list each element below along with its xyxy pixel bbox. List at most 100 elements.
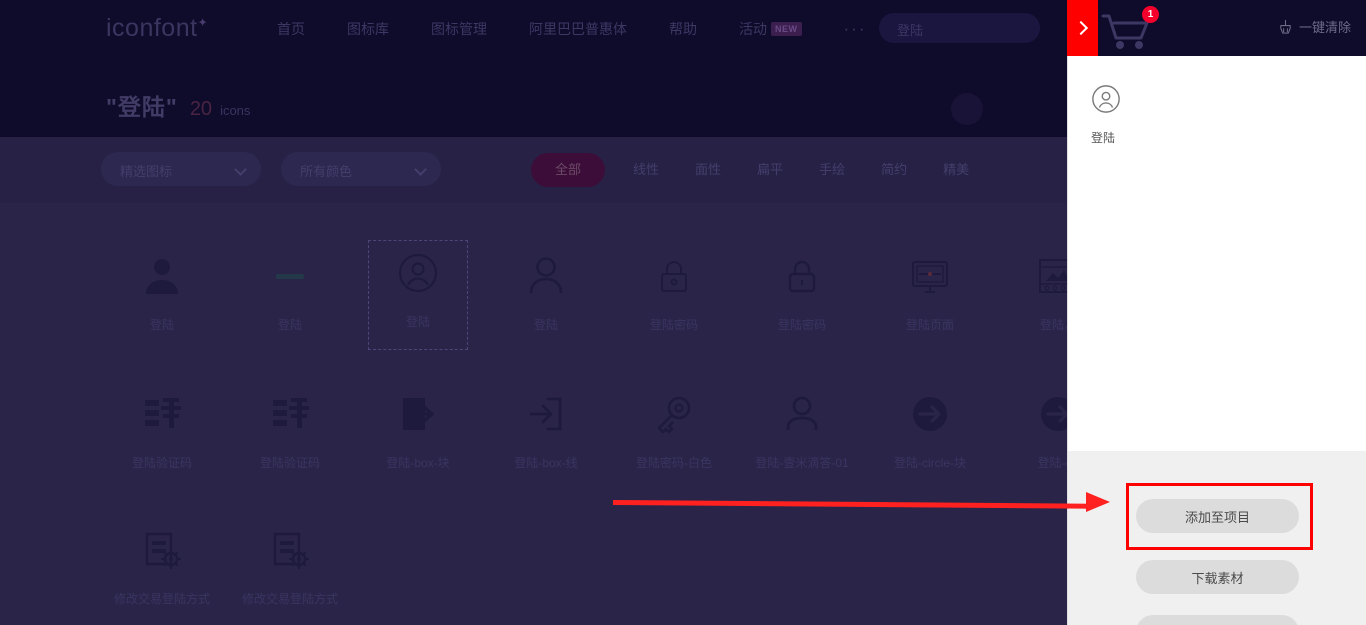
- icon-grid-item-label: 登陆密码: [777, 318, 826, 332]
- icon-grid-item[interactable]: 修改交易登陆方式: [98, 518, 226, 625]
- dash-icon: [226, 244, 354, 308]
- browser-chart-icon: [994, 244, 1067, 308]
- icon-grid-item[interactable]: 登陆: [226, 244, 354, 354]
- icon-grid-item[interactable]: 登陆验证码: [98, 382, 226, 492]
- style-tab-3[interactable]: 扁平: [757, 153, 783, 187]
- icon-grid-item[interactable]: 登陆密码: [738, 244, 866, 354]
- icon-grid-item[interactable]: 登陆-壹米滴答-01: [738, 382, 866, 492]
- nav-item-label: 图标管理: [431, 21, 487, 37]
- icon-grid-item-label: 登陆，: [1039, 318, 1067, 332]
- search-value: 登陆: [897, 23, 924, 38]
- icon-grid-item-label: 登陆: [149, 318, 174, 332]
- icon-grid-item-label: 登陆-circle-块: [894, 456, 966, 470]
- nav-item-3[interactable]: 阿里巴巴普惠体: [529, 19, 627, 39]
- select-icon-category-label: 精选图标: [120, 164, 173, 179]
- clear-all-button[interactable]: 一键清除: [1278, 17, 1351, 36]
- icon-grid-item-label: 登陆验证码: [259, 456, 320, 470]
- icon-grid-item-label: 登陆密码-白色: [636, 456, 712, 470]
- user-circle-icon: [369, 241, 467, 305]
- chevron-down-icon: [414, 163, 427, 176]
- chevron-right-icon: [1073, 20, 1089, 36]
- search-input[interactable]: 登陆: [879, 13, 1040, 43]
- icon-grid-item[interactable]: 登陆验证码: [226, 382, 354, 492]
- nav-item-0[interactable]: 首页: [277, 19, 305, 39]
- nav-item-label: 首页: [277, 21, 305, 37]
- annotation-highlight-box: [1126, 483, 1313, 550]
- icon-grid-item-label: 登陆: [533, 318, 558, 332]
- cart-panel-actions: 添加至项目 下载素材: [1068, 451, 1366, 625]
- yan-char-icon: [226, 382, 354, 446]
- icon-grid-item[interactable]: 登陆密码: [610, 244, 738, 354]
- monitor-icon: [866, 244, 994, 308]
- nav-item-label: 帮助: [669, 21, 697, 37]
- style-tab-5[interactable]: 简约: [881, 153, 907, 187]
- icon-grid-item[interactable]: 登陆，: [994, 244, 1067, 354]
- hero-title: "登陆" 20 icons: [106, 88, 250, 122]
- nav-item-1[interactable]: 图标库: [347, 19, 389, 39]
- logo-star-icon: ✦: [197, 15, 209, 30]
- download-assets-button[interactable]: 下载素材: [1136, 560, 1299, 594]
- user-outline-icon: [482, 244, 610, 308]
- cart-list-item[interactable]: 登陆: [1091, 84, 1161, 146]
- icon-grid-item[interactable]: 修改交易登陆方式: [226, 518, 354, 625]
- icon-grid-item-label: 登陆验证码: [131, 456, 192, 470]
- icon-grid-item-label: 登陆页面: [905, 318, 954, 332]
- nav-item-4[interactable]: 帮助: [669, 19, 697, 39]
- icon-grid-item[interactable]: 登陆密码-白色: [610, 382, 738, 492]
- icon-grid-item[interactable]: 登陆-cir: [994, 382, 1067, 492]
- icon-grid-item[interactable]: 登陆: [98, 244, 226, 354]
- key-icon: [610, 382, 738, 446]
- login-circle-solid-icon: [994, 382, 1067, 446]
- iconfont-site: iconfont✦ 首页 图标库 图标管理 阿里巴巴普惠体 帮助 活动 NEW ··· 登陆 …: [0, 0, 1067, 625]
- icon-grid-item[interactable]: 登陆-box-线: [482, 382, 610, 492]
- user-circle-icon: [1091, 84, 1161, 119]
- hero-query: "登陆": [106, 94, 178, 120]
- icon-grid-item-label: 登陆-壹米滴答-01: [755, 456, 849, 470]
- style-tab-0[interactable]: 全部: [531, 153, 605, 187]
- style-tab-4[interactable]: 手绘: [819, 153, 845, 187]
- cart-count-badge: 1: [1142, 6, 1159, 23]
- nav-more-icon[interactable]: ···: [844, 20, 867, 37]
- icon-grid-item[interactable]: 登陆: [368, 240, 468, 350]
- nav-item-label: 活动: [739, 21, 767, 37]
- style-tabs: 全部 线性 面性 扁平 手绘 简约 精美: [531, 153, 1005, 187]
- nav-new-badge: NEW: [771, 22, 802, 36]
- chevron-down-icon: [234, 163, 247, 176]
- select-color-label: 所有颜色: [300, 164, 353, 179]
- login-box-solid-icon: [354, 382, 482, 446]
- select-color[interactable]: 所有颜色: [281, 152, 441, 186]
- hero-unit: icons: [220, 103, 251, 118]
- broom-icon: [1278, 19, 1293, 34]
- icon-grid-item[interactable]: 登陆页面: [866, 244, 994, 354]
- icon-grid-item[interactable]: 登陆-circle-块: [866, 382, 994, 492]
- icon-grid: 登陆 登陆 登陆 登陆 登陆密码 登陆密码 登陆页面 登陆， 登陆验证码 登陆验证码 登陆-box-…: [0, 203, 1067, 625]
- style-tab-6[interactable]: 精美: [943, 153, 969, 187]
- panel-toggle-button[interactable]: [1067, 0, 1098, 56]
- doc-gear-icon: [226, 518, 354, 582]
- style-tab-2[interactable]: 面性: [695, 153, 721, 187]
- user-solid-icon: [98, 244, 226, 308]
- login-circle-solid-icon: [866, 382, 994, 446]
- nav-links: 首页 图标库 图标管理 阿里巴巴普惠体 帮助 活动 NEW ···: [277, 19, 866, 39]
- third-action-button[interactable]: [1136, 615, 1299, 625]
- icon-grid-item-label: 修改交易登陆方式: [113, 592, 210, 606]
- icon-grid-item[interactable]: 登陆: [482, 244, 610, 354]
- style-tab-1[interactable]: 线性: [633, 153, 659, 187]
- icon-grid-item-label: 登陆-cir: [1037, 456, 1067, 470]
- site-logo[interactable]: iconfont✦: [106, 14, 208, 43]
- icon-grid-item-label: 修改交易登陆方式: [241, 592, 338, 606]
- doc-gear-icon: [98, 518, 226, 582]
- nav-item-label: 图标库: [347, 21, 389, 37]
- icon-grid-item[interactable]: 登陆-box-块: [354, 382, 482, 492]
- nav-item-2[interactable]: 图标管理: [431, 19, 487, 39]
- hero-count: 20: [189, 98, 213, 120]
- cart-item-list: 登陆: [1068, 56, 1366, 451]
- screenshot-root: iconfont✦ 首页 图标库 图标管理 阿里巴巴普惠体 帮助 活动 NEW ··· 登陆 …: [0, 0, 1366, 625]
- nav-item-5[interactable]: 活动 NEW: [739, 19, 802, 39]
- icon-grid-item-label: 登陆-box-块: [386, 456, 450, 470]
- annotation-arrow-head: [1086, 492, 1110, 512]
- select-icon-category[interactable]: 精选图标: [101, 152, 261, 186]
- yan-char-icon: [98, 382, 226, 446]
- login-box-line-icon: [482, 382, 610, 446]
- icon-grid-item-label: 登陆密码: [649, 318, 698, 332]
